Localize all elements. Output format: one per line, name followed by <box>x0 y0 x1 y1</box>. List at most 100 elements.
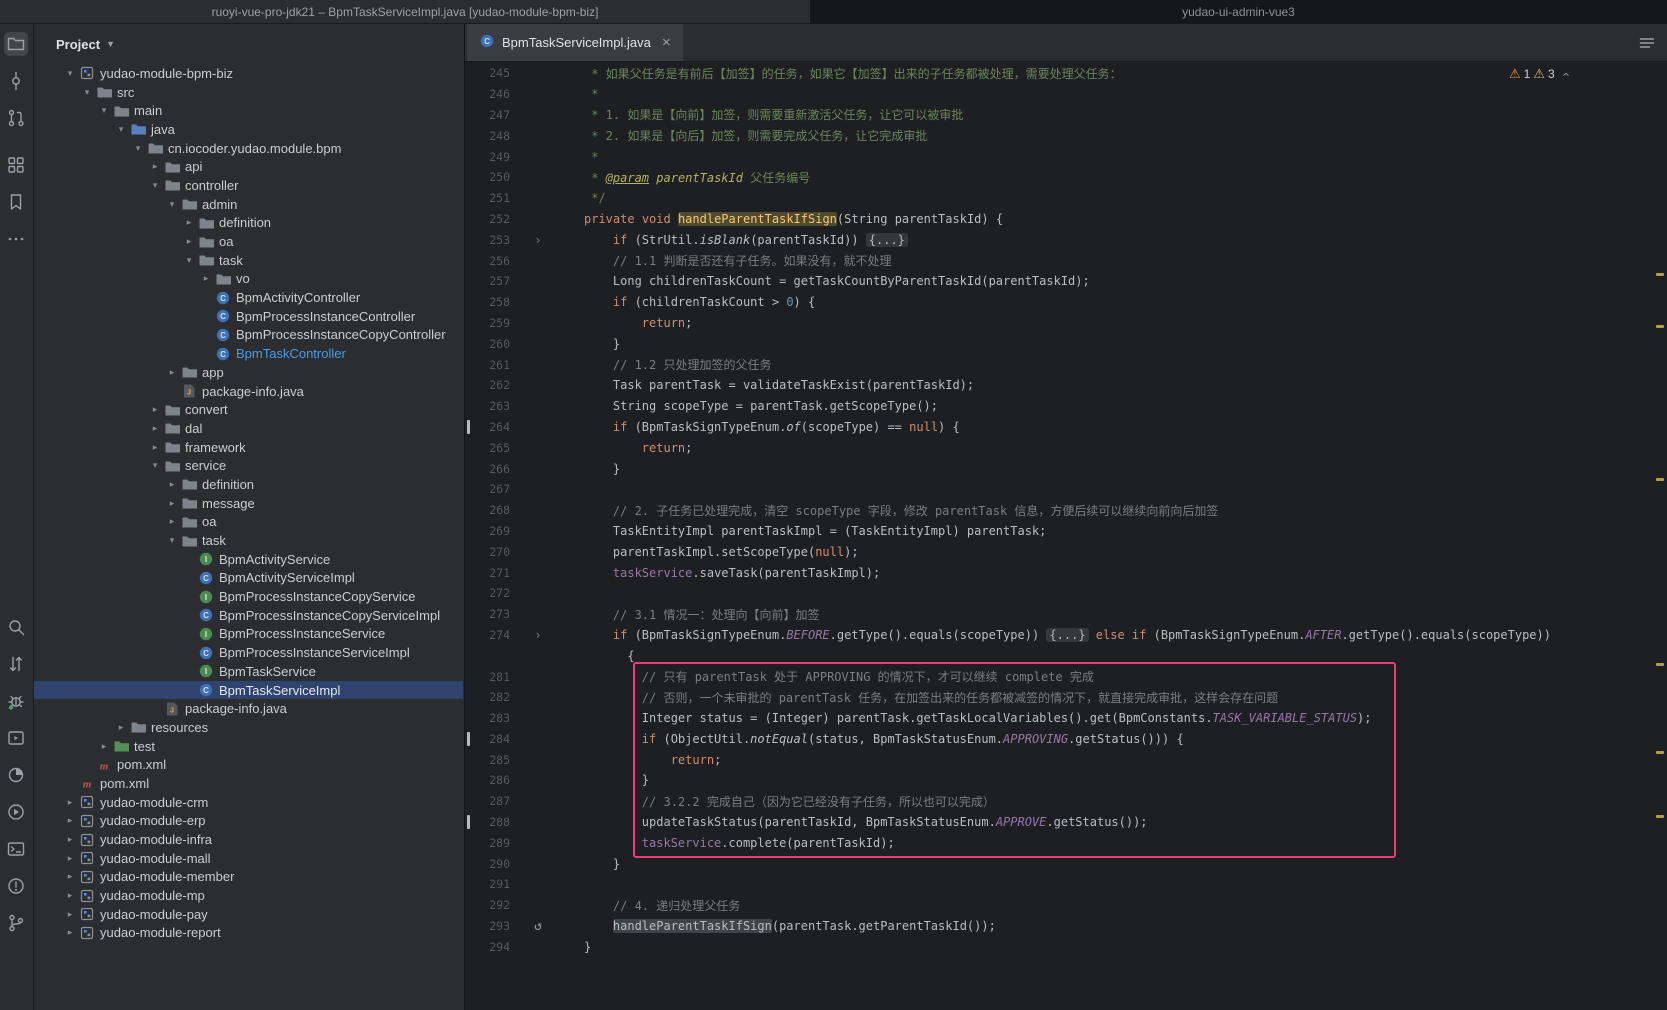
code-text[interactable]: } <box>584 773 649 787</box>
bookmarks-icon[interactable] <box>4 190 28 214</box>
code-line-263[interactable]: 263 String scopeType = parentTask.getSco… <box>465 396 1667 417</box>
close-icon[interactable]: × <box>662 35 671 50</box>
tree-item-bpmtaskcontroller[interactable]: CBpmTaskController <box>34 344 463 363</box>
line-number[interactable]: 290 <box>465 857 510 871</box>
debug-icon[interactable] <box>4 689 28 713</box>
chevron-collapsed-icon[interactable]: ▸ <box>164 516 180 527</box>
warning-stripe-mark[interactable] <box>1656 663 1664 666</box>
warning-stripe-mark[interactable] <box>1656 751 1664 754</box>
more-icon[interactable] <box>4 227 28 251</box>
line-number[interactable]: 267 <box>465 482 510 496</box>
code-line-271[interactable]: 271 taskService.saveTask(parentTaskImpl)… <box>465 562 1667 583</box>
code-line-269[interactable]: 269 TaskEntityImpl parentTaskImpl = (Tas… <box>465 521 1667 542</box>
tree-item-bpmprocessinstancecopyserviceimpl[interactable]: CBpmProcessInstanceCopyServiceImpl <box>34 606 463 625</box>
tree-item-message[interactable]: ▸message <box>34 494 463 513</box>
code-text[interactable]: * @param parentTaskId 父任务编号 <box>584 169 810 186</box>
line-number[interactable]: 286 <box>465 773 510 787</box>
code-line-290[interactable]: 290 } <box>465 853 1667 874</box>
tree-item-resources[interactable]: ▸resources <box>34 718 463 737</box>
code-line-267[interactable]: 267 <box>465 479 1667 500</box>
chevron-collapsed-icon[interactable]: ▸ <box>164 367 180 378</box>
pull-requests-icon[interactable] <box>4 106 28 130</box>
tree-item-admin[interactable]: ▾admin <box>34 195 463 214</box>
line-number[interactable]: 245 <box>465 66 510 80</box>
chevron-collapsed-icon[interactable]: ▸ <box>147 404 163 415</box>
code-line-265[interactable]: 265 return; <box>465 437 1667 458</box>
chevron-collapsed-icon[interactable]: ▸ <box>62 871 78 882</box>
chevron-expanded-icon[interactable]: ▾ <box>130 143 146 154</box>
tree-item-bpmactivityservice[interactable]: IBpmActivityService <box>34 550 463 569</box>
code-text[interactable]: // 2. 子任务已处理完成，清空 scopeType 字段，修改 parent… <box>584 502 1218 519</box>
terminal-icon[interactable] <box>4 837 28 861</box>
line-number[interactable]: 256 <box>465 254 510 268</box>
chevron-collapsed-icon[interactable]: ▸ <box>62 853 78 864</box>
chevron-collapsed-icon[interactable]: ▸ <box>113 722 129 733</box>
code-text[interactable]: Task parentTask = validateTaskExist(pare… <box>584 378 974 392</box>
code-line-253[interactable]: 253› if (StrUtil.isBlank(parentTaskId)) … <box>465 229 1667 250</box>
code-text[interactable]: if (StrUtil.isBlank(parentTaskId)) {...} <box>584 233 908 247</box>
chevron-expanded-icon[interactable]: ▾ <box>62 68 78 79</box>
line-number[interactable]: 259 <box>465 316 510 330</box>
chevron-collapsed-icon[interactable]: ▸ <box>62 834 78 845</box>
tree-item-java[interactable]: ▾java <box>34 120 463 139</box>
fold-arrow-icon[interactable]: › <box>510 233 566 247</box>
code-text[interactable]: return; <box>584 316 692 330</box>
chevron-expanded-icon[interactable]: ▾ <box>147 460 163 471</box>
chevron-collapsed-icon[interactable]: ▸ <box>62 927 78 938</box>
chevron-collapsed-icon[interactable]: ▸ <box>181 236 197 247</box>
code-text[interactable]: } <box>584 462 620 476</box>
git-branch-icon[interactable] <box>4 911 28 935</box>
tree-item-controller[interactable]: ▾controller <box>34 176 463 195</box>
line-number[interactable]: 251 <box>465 191 510 205</box>
code-text[interactable]: { <box>584 649 635 663</box>
tree-item-bpmtaskservice[interactable]: IBpmTaskService <box>34 662 463 681</box>
code-text[interactable]: // 4. 递归处理父任务 <box>584 897 740 914</box>
tree-item-yudao-module-crm[interactable]: ▸yudao-module-crm <box>34 793 463 812</box>
code-line-270[interactable]: 270 parentTaskImpl.setScopeType(null); <box>465 541 1667 562</box>
code-line-256[interactable]: 256 // 1.1 判断是否还有子任务。如果没有，就不处理 <box>465 250 1667 271</box>
tree-item-bpmprocessinstancecopycontroller[interactable]: CBpmProcessInstanceCopyController <box>34 326 463 345</box>
tree-item-definition[interactable]: ▸definition <box>34 214 463 233</box>
chevron-expanded-icon[interactable]: ▾ <box>113 124 129 135</box>
chevron-collapsed-icon[interactable]: ▸ <box>62 797 78 808</box>
tree-item-yudao-module-report[interactable]: ▸yudao-module-report <box>34 924 463 943</box>
line-number[interactable]: 247 <box>465 108 510 122</box>
line-number[interactable]: 287 <box>465 794 510 808</box>
code-line-266[interactable]: 266 } <box>465 458 1667 479</box>
run-icon[interactable] <box>4 800 28 824</box>
line-number[interactable]: 272 <box>465 586 510 600</box>
code-text[interactable]: * <box>584 87 598 101</box>
line-number[interactable]: 292 <box>465 898 510 912</box>
code-line-294[interactable]: 294} <box>465 936 1667 957</box>
line-number[interactable]: 269 <box>465 524 510 538</box>
line-number[interactable]: 285 <box>465 753 510 767</box>
code-text[interactable]: return; <box>584 441 692 455</box>
line-number[interactable]: 263 <box>465 399 510 413</box>
chevron-collapsed-icon[interactable]: ▸ <box>181 217 197 228</box>
code-text[interactable]: * 2. 如果是【向后】加签，则需要完成父任务，让它完成审批 <box>584 127 927 144</box>
code-line-282[interactable]: 282 // 否则，一个未审批的 parentTask 任务，在加签出来的任务都… <box>465 687 1667 708</box>
code-text[interactable]: // 1.1 判断是否还有子任务。如果没有，就不处理 <box>584 252 891 269</box>
tree-item-test[interactable]: ▸test <box>34 737 463 756</box>
code-text[interactable]: handleParentTaskIfSign(parentTask.getPar… <box>584 919 996 933</box>
tree-item-pom-xml[interactable]: mpom.xml <box>34 774 463 793</box>
services-icon[interactable] <box>4 726 28 750</box>
line-number[interactable]: 274 <box>465 628 510 642</box>
line-number[interactable]: 261 <box>465 358 510 372</box>
code-line-259[interactable]: 259 return; <box>465 313 1667 334</box>
line-number[interactable]: 273 <box>465 607 510 621</box>
warning-stripe-mark[interactable] <box>1656 478 1664 481</box>
code-line-264[interactable]: 264 if (BpmTaskSignTypeEnum.of(scopeType… <box>465 417 1667 438</box>
tree-item-yudao-module-infra[interactable]: ▸yudao-module-infra <box>34 830 463 849</box>
inspections-widget[interactable]: ⚠ 1 ⚠ 3 › <box>1509 66 1567 82</box>
code-text[interactable]: if (childrenTaskCount > 0) { <box>584 295 815 309</box>
line-number[interactable]: 264 <box>465 420 510 434</box>
chevron-up-icon[interactable]: › <box>1557 72 1572 76</box>
line-number[interactable]: 293 <box>465 919 510 933</box>
line-number[interactable]: 253 <box>465 233 510 247</box>
warning-stripe-mark[interactable] <box>1656 273 1664 276</box>
chevron-expanded-icon[interactable]: ▾ <box>181 255 197 266</box>
tree-item-yudao-module-mp[interactable]: ▸yudao-module-mp <box>34 886 463 905</box>
chevron-collapsed-icon[interactable]: ▸ <box>96 741 112 752</box>
tree-item-app[interactable]: ▸app <box>34 363 463 382</box>
